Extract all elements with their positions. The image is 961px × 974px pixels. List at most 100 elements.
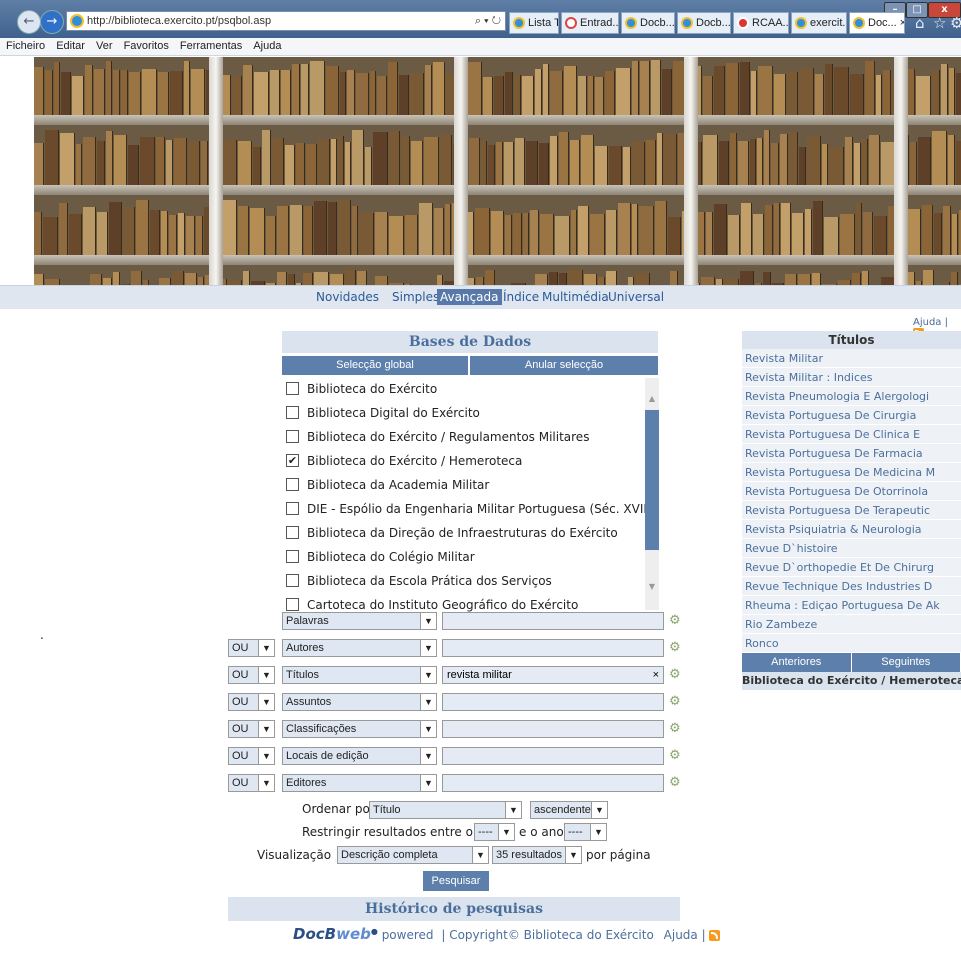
title-item[interactable]: Revue Technique Des Industries D bbox=[742, 577, 961, 596]
nav-avancada[interactable]: Avançada bbox=[437, 289, 502, 305]
database-checkbox[interactable] bbox=[286, 382, 299, 395]
menu-ver[interactable]: Ver bbox=[96, 40, 113, 52]
database-item[interactable]: Biblioteca do Colégio Militar bbox=[286, 546, 475, 568]
search-term-input[interactable] bbox=[442, 720, 664, 738]
boolean-operator-select[interactable]: OU ▼ bbox=[228, 666, 275, 684]
title-item[interactable]: Revue D`orthopedie Et De Chirurg bbox=[742, 558, 961, 577]
title-item[interactable]: Rio Zambeze bbox=[742, 615, 961, 634]
database-checkbox[interactable] bbox=[286, 502, 299, 515]
database-item[interactable]: DIE - Espólio da Engenharia Militar Port… bbox=[286, 498, 655, 520]
title-item[interactable]: Revista Militar : Indices bbox=[742, 368, 961, 387]
title-item[interactable]: Revista Portuguesa De Clinica E bbox=[742, 425, 961, 444]
search-term-input[interactable] bbox=[442, 747, 664, 765]
sort-field-select[interactable]: Título ▼ bbox=[369, 801, 522, 819]
database-checkbox[interactable]: ✔ bbox=[286, 454, 299, 467]
nav-multimedia[interactable]: Multimédia bbox=[542, 290, 609, 304]
browser-tab[interactable]: RCAA... bbox=[733, 12, 789, 34]
search-history-title[interactable]: Histórico de pesquisas bbox=[228, 897, 680, 921]
title-item[interactable]: Revista Portuguesa De Farmacia bbox=[742, 444, 961, 463]
search-field-select[interactable]: Autores ▼ bbox=[282, 639, 437, 657]
boolean-operator-select[interactable]: OU ▼ bbox=[228, 693, 275, 711]
nav-universal[interactable]: Universal bbox=[608, 290, 664, 304]
title-item[interactable]: Revista Psiquiatria & Neurologia bbox=[742, 520, 961, 539]
menu-ajuda[interactable]: Ajuda bbox=[253, 40, 281, 52]
close-tab-icon[interactable]: × bbox=[900, 17, 904, 29]
title-item[interactable]: Ronco bbox=[742, 634, 961, 653]
scrollbar-thumb[interactable] bbox=[645, 410, 659, 550]
sort-direction-select[interactable]: ascendente ▼ bbox=[530, 801, 608, 819]
search-button[interactable]: Pesquisar bbox=[423, 871, 489, 891]
search-term-input[interactable] bbox=[442, 612, 664, 630]
boolean-operator-select[interactable]: OU ▼ bbox=[228, 639, 275, 657]
search-field-select[interactable]: Classificações ▼ bbox=[282, 720, 437, 738]
rss-icon[interactable] bbox=[709, 930, 721, 941]
database-item[interactable]: Biblioteca da Academia Militar bbox=[286, 474, 489, 496]
title-item[interactable]: Revista Militar bbox=[742, 349, 961, 368]
menu-favoritos[interactable]: Favoritos bbox=[124, 40, 169, 52]
search-field-select[interactable]: Locais de edição ▼ bbox=[282, 747, 437, 765]
database-checkbox[interactable] bbox=[286, 574, 299, 587]
search-field-select[interactable]: Assuntos ▼ bbox=[282, 693, 437, 711]
nav-simples[interactable]: Simples bbox=[392, 290, 439, 304]
index-gear-icon[interactable]: ⚙ bbox=[669, 641, 682, 654]
search-term-input[interactable] bbox=[442, 774, 664, 792]
scroll-down-arrow[interactable]: ▼ bbox=[645, 582, 659, 594]
browser-tab[interactable]: exercit... bbox=[791, 12, 847, 34]
menu-ferramentas[interactable]: Ferramentas bbox=[180, 40, 242, 52]
previous-button[interactable]: Anteriores bbox=[742, 653, 851, 672]
nav-indice[interactable]: Índice bbox=[503, 290, 539, 304]
settings-gear-icon[interactable]: ⚙ bbox=[950, 14, 961, 32]
database-checkbox[interactable] bbox=[286, 550, 299, 563]
favorites-star-icon[interactable]: ☆ bbox=[933, 14, 946, 32]
boolean-operator-select[interactable]: OU ▼ bbox=[228, 747, 275, 765]
select-all-button[interactable]: Selecção global bbox=[282, 356, 468, 375]
search-term-input[interactable] bbox=[442, 639, 664, 657]
search-field-select[interactable]: Editores ▼ bbox=[282, 774, 437, 792]
title-item[interactable]: Revista Portuguesa De Cirurgia bbox=[742, 406, 961, 425]
clear-selection-button[interactable]: Anular selecção bbox=[470, 356, 658, 375]
database-checkbox[interactable] bbox=[286, 478, 299, 491]
index-gear-icon[interactable]: ⚙ bbox=[669, 668, 682, 681]
database-checkbox[interactable] bbox=[286, 430, 299, 443]
browser-tab-active[interactable]: Doc... × bbox=[849, 12, 905, 34]
database-item[interactable]: Biblioteca da Direção de Infraestruturas… bbox=[286, 522, 618, 544]
database-checkbox[interactable] bbox=[286, 598, 299, 611]
index-gear-icon[interactable]: ⚙ bbox=[669, 722, 682, 735]
boolean-operator-select[interactable]: OU ▼ bbox=[228, 720, 275, 738]
boolean-operator-select[interactable]: OU ▼ bbox=[228, 774, 275, 792]
index-gear-icon[interactable]: ⚙ bbox=[669, 776, 682, 789]
title-item[interactable]: Revista Portuguesa De Otorrinola bbox=[742, 482, 961, 501]
browser-tab[interactable]: Docb... bbox=[677, 12, 731, 34]
address-bar[interactable]: http://biblioteca.exercito.pt/psqbol.asp… bbox=[66, 11, 506, 31]
search-term-input[interactable] bbox=[442, 693, 664, 711]
database-checkbox[interactable] bbox=[286, 406, 299, 419]
view-select[interactable]: Descrição completa ▼ bbox=[337, 846, 489, 864]
title-item[interactable]: Rheuma : Ediçao Portuguesa De Ak bbox=[742, 596, 961, 615]
database-checkbox[interactable] bbox=[286, 526, 299, 539]
title-item[interactable]: Revista Portuguesa De Terapeutic bbox=[742, 501, 961, 520]
forward-button[interactable]: → bbox=[40, 10, 64, 34]
browser-tab[interactable]: Entrad... bbox=[561, 12, 619, 34]
scroll-up-arrow[interactable]: ▲ bbox=[645, 394, 659, 406]
database-item[interactable]: ✔ Biblioteca do Exército / Hemeroteca bbox=[286, 450, 522, 472]
year-to-select[interactable]: ---- ▼ bbox=[564, 823, 607, 841]
database-item[interactable]: Biblioteca da Escola Prática dos Serviço… bbox=[286, 570, 552, 592]
index-gear-icon[interactable]: ⚙ bbox=[669, 695, 682, 708]
database-item[interactable]: Biblioteca do Exército / Regulamentos Mi… bbox=[286, 426, 589, 448]
title-item[interactable]: Revista Portuguesa De Medicina M bbox=[742, 463, 961, 482]
back-button[interactable]: ← bbox=[17, 10, 41, 34]
per-page-select[interactable]: 35 resultados ▼ bbox=[492, 846, 582, 864]
database-item[interactable]: Biblioteca Digital do Exército bbox=[286, 402, 480, 424]
browser-tab[interactable]: Docb... bbox=[621, 12, 675, 34]
title-item[interactable]: Revista Pneumologia E Alergologi bbox=[742, 387, 961, 406]
title-item[interactable]: Revue D`histoire bbox=[742, 539, 961, 558]
next-button[interactable]: Seguintes bbox=[851, 653, 960, 672]
index-gear-icon[interactable]: ⚙ bbox=[669, 749, 682, 762]
index-gear-icon[interactable]: ⚙ bbox=[669, 614, 682, 627]
footer-help-link[interactable]: Ajuda | bbox=[664, 928, 706, 942]
home-icon[interactable]: ⌂ bbox=[915, 14, 925, 32]
search-field-select[interactable]: Palavras ▼ bbox=[282, 612, 437, 630]
search-field-select[interactable]: Títulos ▼ bbox=[282, 666, 437, 684]
browser-tab[interactable]: Lista T... bbox=[509, 12, 559, 34]
nav-novidades[interactable]: Novidades bbox=[316, 290, 379, 304]
